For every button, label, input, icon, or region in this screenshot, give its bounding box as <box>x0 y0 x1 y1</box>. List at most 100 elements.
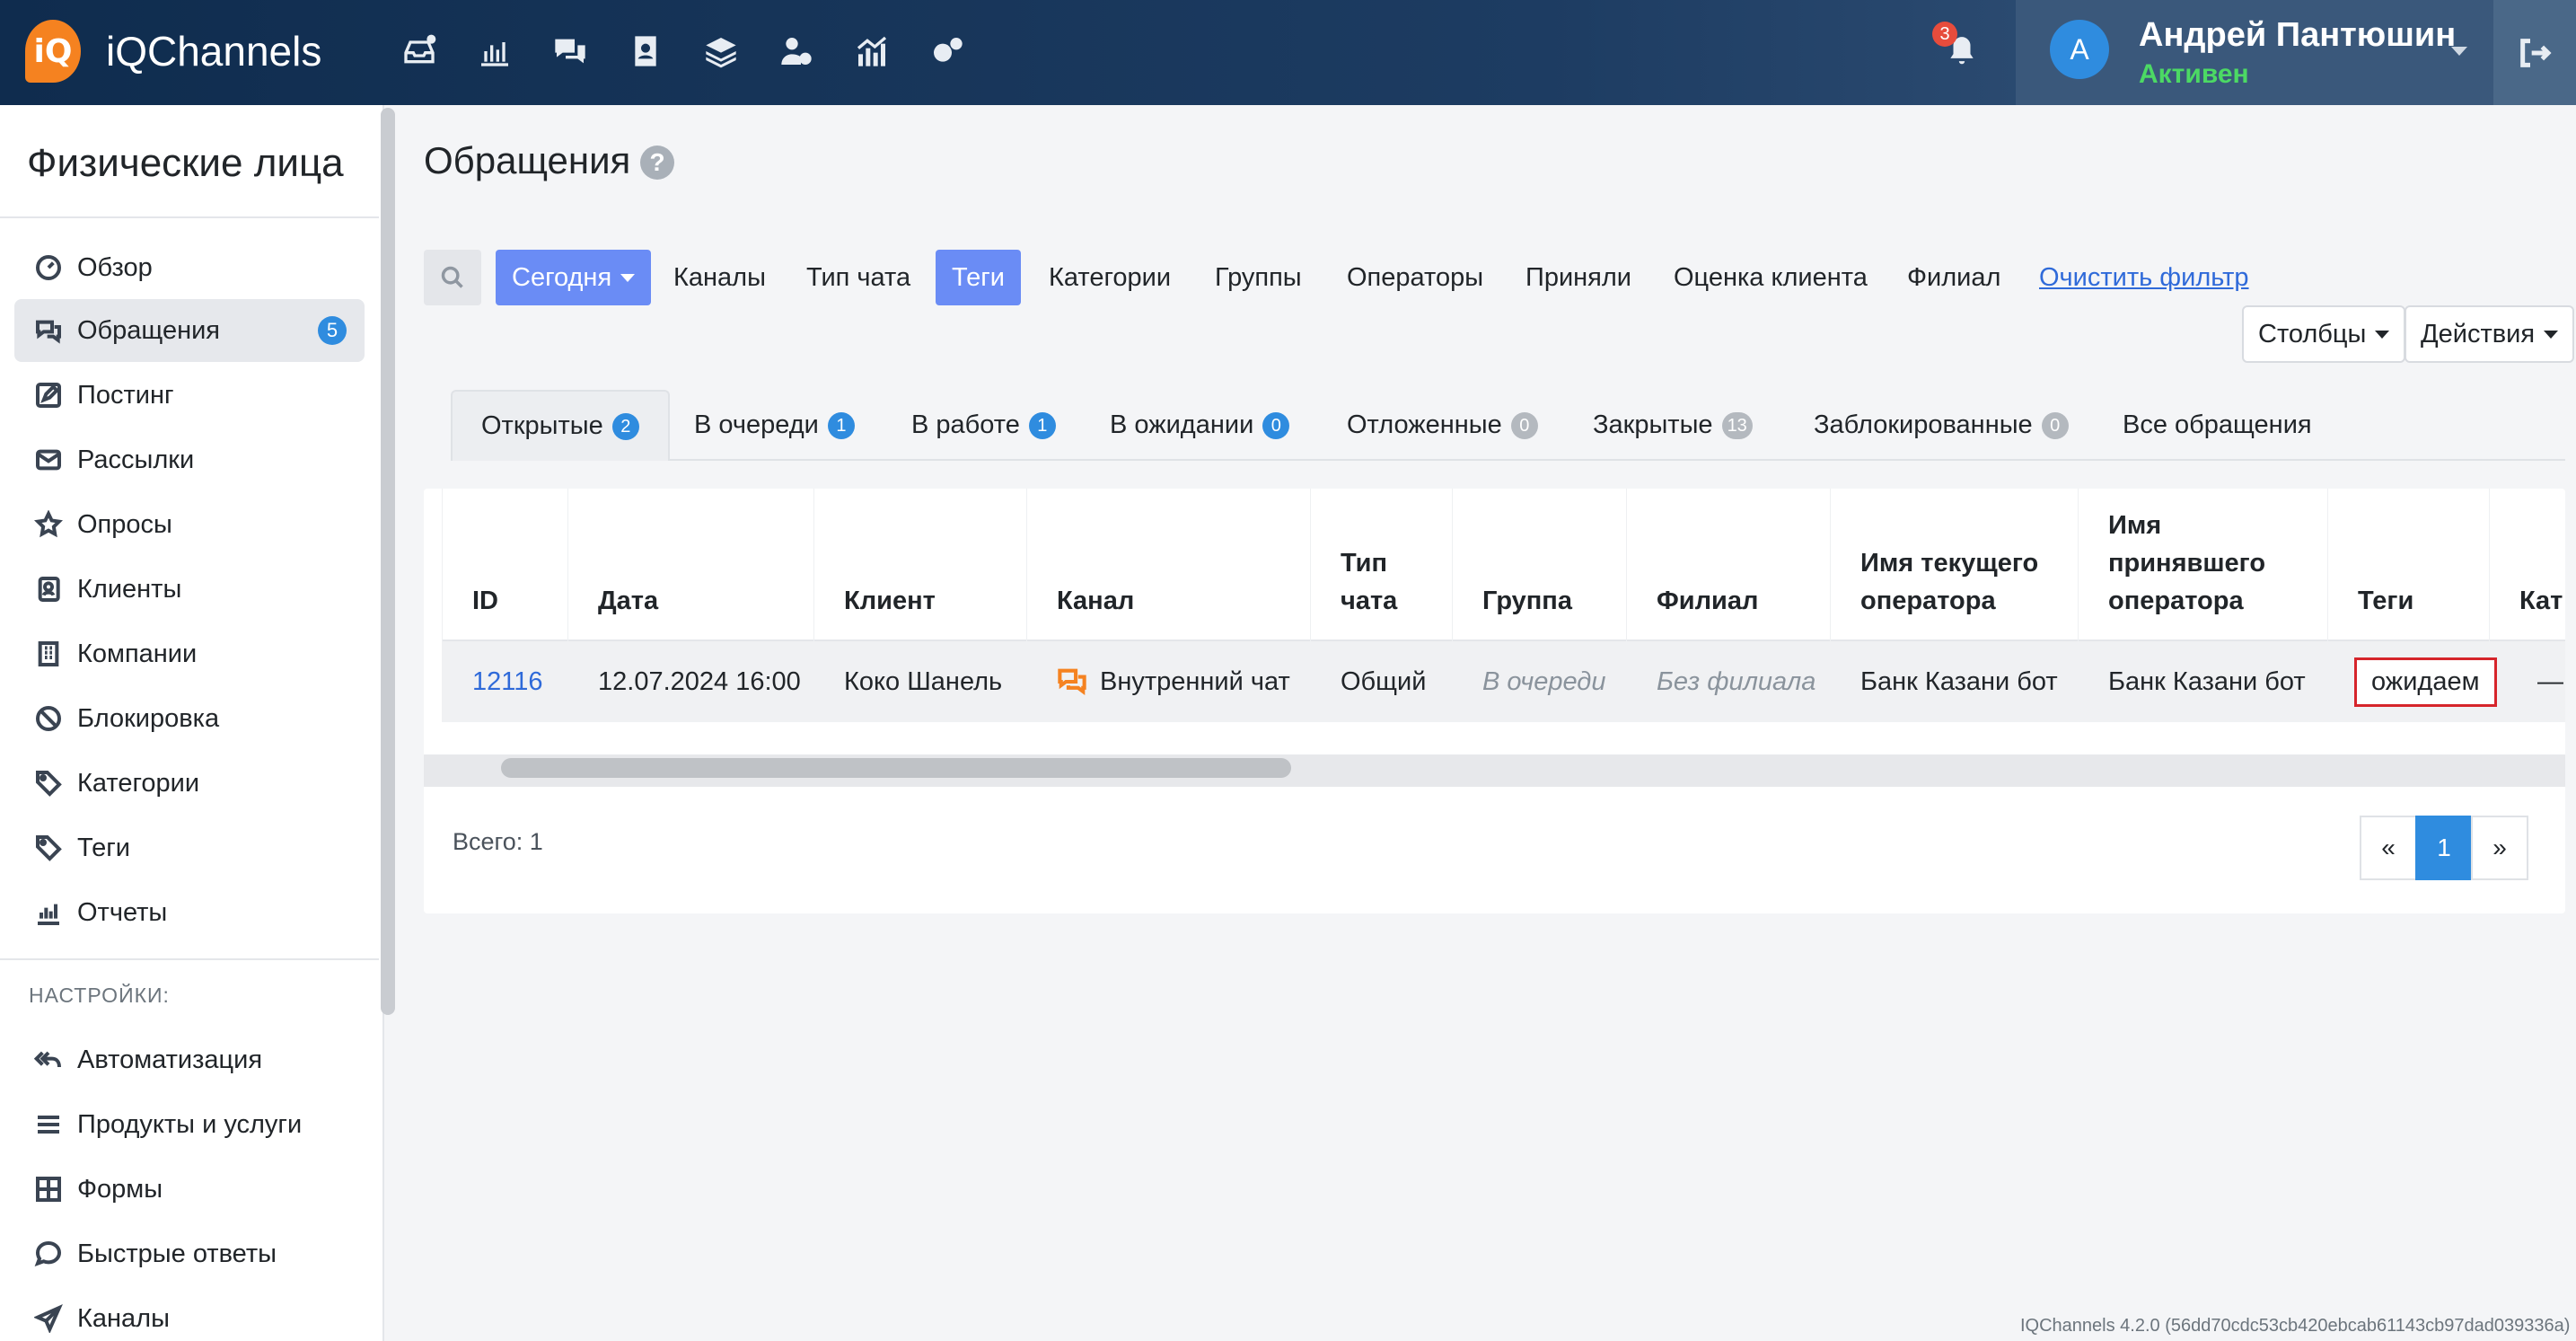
avatar: A <box>2050 20 2109 79</box>
settings-section-label: НАСТРОЙКИ: <box>29 984 170 1007</box>
quick-reply-icon <box>34 1240 62 1267</box>
tab-label: В очереди <box>694 410 819 439</box>
filter-chat-type[interactable]: Тип чата <box>790 250 927 305</box>
filter-branch[interactable]: Филиал <box>1891 250 2017 305</box>
cell-channel: Внутренний чат <box>1057 641 1290 722</box>
sidebar-item-label: Категории <box>77 768 200 798</box>
cell-client: Коко Шанель <box>844 666 1003 696</box>
user-menu[interactable]: A Андрей Пантюшин Активен <box>2016 0 2493 105</box>
table-row[interactable]: 12116 12.07.2024 16:00 Коко Шанель Внутр… <box>442 641 2565 722</box>
analytics-icon[interactable] <box>848 27 896 75</box>
help-icon[interactable]: ? <box>640 146 674 180</box>
list-icon <box>38 1116 59 1134</box>
col-header-category[interactable]: Кат <box>2519 582 2563 620</box>
bar-chart-icon[interactable] <box>470 27 519 75</box>
sidebar-item-label: Опросы <box>77 509 172 539</box>
sidebar-item-surveys[interactable]: Опросы <box>14 493 365 556</box>
next-page-button[interactable]: » <box>2471 816 2528 880</box>
layers-icon[interactable] <box>697 27 745 75</box>
actions-dropdown[interactable]: Действия <box>2405 305 2575 363</box>
prev-page-button[interactable]: « <box>2360 816 2417 880</box>
settings-icon[interactable] <box>923 27 971 75</box>
clear-filter-link[interactable]: Очистить фильтр <box>2023 250 2265 305</box>
scrollbar-thumb[interactable] <box>501 758 1291 778</box>
col-header-id[interactable]: ID <box>472 582 498 620</box>
col-header-branch[interactable]: Филиал <box>1657 582 1758 620</box>
tab-count: 0 <box>2041 411 2069 439</box>
sidebar-item-channels[interactable]: Каналы <box>14 1287 365 1341</box>
cell-date: 12.07.2024 16:00 <box>598 666 801 696</box>
sidebar-item-reports[interactable]: Отчеты <box>14 881 365 944</box>
filter-tags[interactable]: Теги <box>936 250 1021 305</box>
filter-operators[interactable]: Операторы <box>1331 250 1499 305</box>
columns-label: Столбцы <box>2258 319 2367 348</box>
sidebar-item-quick-replies[interactable]: Быстрые ответы <box>14 1222 365 1285</box>
sidebar-item-label: Автоматизация <box>77 1045 263 1074</box>
sidebar-item-requests[interactable]: Обращения 5 <box>14 299 365 362</box>
filter-groups[interactable]: Группы <box>1199 250 1318 305</box>
tab-in-progress[interactable]: В работе 1 <box>883 390 1085 461</box>
cell-category: — <box>2537 666 2563 696</box>
chat-bubbles-icon[interactable] <box>546 27 594 75</box>
sidebar-item-forms[interactable]: Формы <box>14 1158 365 1221</box>
contacts-icon[interactable] <box>621 27 670 75</box>
chevron-down-icon <box>2451 47 2467 56</box>
top-bar: iQ iQChannels 3 A Андрей Пантюшин Активе… <box>0 0 2576 105</box>
user-settings-icon[interactable] <box>772 27 821 75</box>
tab-label: Все обращения <box>2123 410 2312 439</box>
col-header-group[interactable]: Группа <box>1482 582 1572 620</box>
filter-client-rating[interactable]: Оценка клиента <box>1657 250 1884 305</box>
sidebar-item-blocking[interactable]: Блокировка <box>14 687 365 750</box>
chat-icon <box>36 320 61 344</box>
col-header-client[interactable]: Клиент <box>844 582 936 620</box>
filter-channels[interactable]: Каналы <box>657 250 782 305</box>
col-header-chat-type[interactable]: Тип чата <box>1341 544 1421 620</box>
sidebar-item-companies[interactable]: Компании <box>14 622 365 685</box>
sidebar-item-tags[interactable]: Теги <box>14 816 365 879</box>
logout-button[interactable] <box>2493 0 2576 105</box>
tab-open[interactable]: Открытые 2 <box>451 390 670 461</box>
user-status: Активен <box>2139 59 2249 89</box>
filter-categories[interactable]: Категории <box>1033 250 1187 305</box>
cell-id[interactable]: 12116 <box>472 641 543 722</box>
col-header-accepted-operator[interactable]: Имя принявшего оператора <box>2108 507 2306 620</box>
cell-branch: Без филиала <box>1657 666 1816 696</box>
filter-accepted[interactable]: Приняли <box>1509 250 1648 305</box>
col-header-date[interactable]: Дата <box>598 582 658 620</box>
today-filter-button[interactable]: Сегодня <box>496 250 652 305</box>
brand[interactable]: iQ iQChannels <box>25 20 321 83</box>
col-header-tags[interactable]: Теги <box>2358 582 2413 620</box>
sidebar-item-mailings[interactable]: Рассылки <box>14 428 365 491</box>
sidebar-item-label: Быстрые ответы <box>77 1239 277 1268</box>
sidebar-item-categories[interactable]: Категории <box>14 752 365 815</box>
tab-all[interactable]: Все обращения <box>2094 390 2341 461</box>
col-header-channel[interactable]: Канал <box>1057 582 1134 620</box>
col-header-current-operator[interactable]: Имя текущего оператора <box>1860 544 2076 620</box>
tag-chip[interactable]: ожидаем <box>2354 657 2497 707</box>
inbox-icon[interactable] <box>395 27 444 75</box>
tab-count: 1 <box>827 411 855 439</box>
sidebar-item-automation[interactable]: Автоматизация <box>14 1028 365 1091</box>
building-icon <box>38 641 59 666</box>
search-button[interactable] <box>424 250 481 305</box>
notifications-bell[interactable]: 3 <box>1932 22 1986 75</box>
sidebar-item-clients[interactable]: Клиенты <box>14 558 365 621</box>
sidebar-item-label: Компании <box>77 639 198 668</box>
divider <box>0 216 379 218</box>
sidebar-scrollbar[interactable] <box>381 108 395 1015</box>
tab-blocked[interactable]: Заблокированные 0 <box>1785 390 2097 461</box>
tab-closed[interactable]: Закрытые 13 <box>1564 390 1781 461</box>
current-page-button[interactable]: 1 <box>2415 816 2473 880</box>
sidebar-item-overview[interactable]: Обзор <box>14 236 365 299</box>
tab-queue[interactable]: В очереди 1 <box>665 390 884 461</box>
cell-accepted-operator: Банк Казани бот <box>2108 666 2306 696</box>
sidebar-item-posting[interactable]: Постинг <box>14 364 365 427</box>
sidebar-item-label: Постинг <box>77 380 174 410</box>
edit-icon <box>36 383 61 408</box>
tab-waiting[interactable]: В ожидании 0 <box>1081 390 1318 461</box>
sidebar-item-label: Клиенты <box>77 574 182 604</box>
columns-dropdown[interactable]: Столбцы <box>2242 305 2406 363</box>
sidebar-item-products[interactable]: Продукты и услуги <box>14 1093 365 1156</box>
tab-postponed[interactable]: Отложенные 0 <box>1318 390 1567 461</box>
table-header: ID Дата Клиент Канал Тип чата Группа Фил… <box>442 489 2565 641</box>
